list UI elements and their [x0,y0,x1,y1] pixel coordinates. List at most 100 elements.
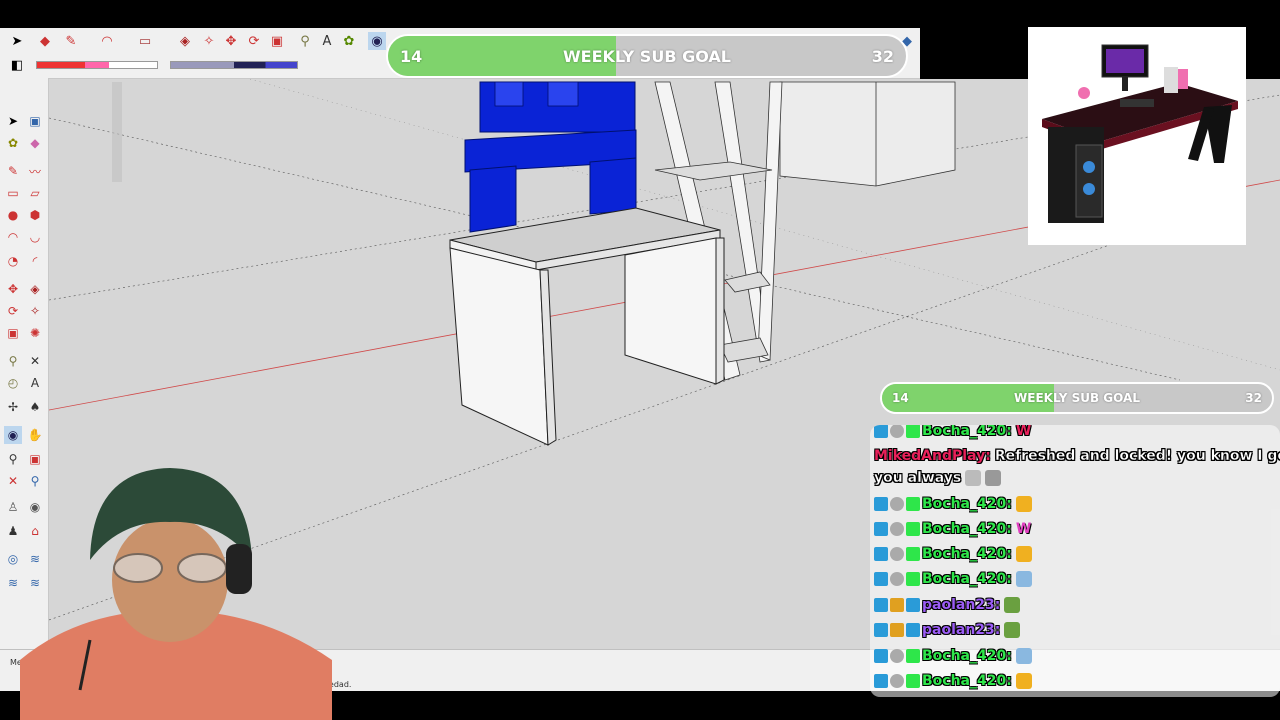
orbit-tool-icon[interactable]: ◉ [4,426,22,444]
badge-icon [890,572,904,586]
text-icon[interactable]: A [318,32,336,50]
goal-top-target: 32 [871,46,894,66]
badge-icon [890,522,904,536]
chat-username[interactable]: Bocha_420: [922,521,1012,537]
desk-left-panel [449,247,549,446]
chat-message: Bocha_420: [874,644,1032,668]
select-tool-icon[interactable]: ➤ [4,112,22,130]
arc-icon[interactable]: ◠ [98,32,116,50]
chat-message: Bocha_420: [874,542,1032,566]
line-tool-icon[interactable]: ✎ [4,162,22,180]
screen: ➤ ◆ ✎ ◠ ▭ ◈ ✧ ✥ ⟳ ▣ ⚲ A ✿ ◉ ▦ ▤ ⌂ ⌂ ⌂ ▭ … [0,0,1280,720]
badge-icon [890,598,904,612]
dimension-tool-icon[interactable]: ✕ [26,352,44,370]
follow-me-icon[interactable]: ✧ [200,32,218,50]
rect-tool-icon[interactable]: ▭ [4,184,22,202]
badge-icon [874,674,888,688]
eraser-small-icon[interactable]: ◧ [8,56,26,74]
chat-username[interactable]: paolan23: [922,597,1000,613]
stream-chat: Bocha_420: W MikedAndPlay: Refreshed and… [870,425,1280,697]
product-photo [1028,27,1246,245]
tape-measure-icon[interactable]: ⚲ [296,32,314,50]
push-pull-icon[interactable]: ◈ [176,32,194,50]
rotated-rect-tool-icon[interactable]: ▱ [26,184,44,202]
move-tool-icon[interactable]: ✥ [4,280,22,298]
eraser-icon[interactable]: ◆ [36,32,54,50]
upper-cabinet [779,81,956,187]
chat-username[interactable]: Bocha_420: [922,648,1012,664]
chat-text: Refreshed and locked! you know I got [994,448,1280,464]
goal-side-target: 32 [1245,391,1262,405]
badge-icon [906,547,920,561]
offset-tool-icon[interactable]: ✺ [26,324,44,342]
badge-icon [890,497,904,511]
pie-tool-icon[interactable]: ◔ [4,252,22,270]
chat-username[interactable]: MikedAndPlay: [874,448,991,464]
followme-tool-icon[interactable]: ✧ [26,302,44,320]
badge-icon [906,674,920,688]
scale-tool-icon[interactable]: ▣ [4,324,22,342]
weekly-sub-goal-side: 14 WEEKLY SUB GOAL 32 [880,382,1274,414]
paint-tool-icon[interactable]: ✿ [4,134,22,152]
badge-icon [874,572,888,586]
scale-icon[interactable]: ▣ [268,32,286,50]
goal-top-label: WEEKLY SUB GOAL [563,46,731,66]
freehand-tool-icon[interactable]: 〰 [26,162,44,180]
rectangle-icon[interactable]: ▭ [136,32,154,50]
3d-text-tool-icon[interactable]: ♠ [26,398,44,416]
shadow-slider[interactable] [36,61,158,69]
move-icon[interactable]: ✥ [222,32,240,50]
arc-tool-icon[interactable]: ◠ [4,228,22,246]
time-slider[interactable] [170,61,298,69]
badge-icon [890,425,904,438]
emote-icon [1015,648,1032,664]
axes-tool-icon[interactable]: ✢ [4,398,22,416]
pushpull-tool-icon[interactable]: ◈ [26,280,44,298]
blue-hutch-leg-right [589,157,637,215]
ladder-rail-back [757,81,783,361]
goal-side-label: WEEKLY SUB GOAL [1014,391,1140,405]
chat-message: paolan23: [874,593,1021,617]
protractor-tool-icon[interactable]: ◴ [4,374,22,392]
weekly-sub-goal-top: 14 WEEKLY SUB GOAL 32 [386,34,908,78]
badge-icon [906,598,920,612]
pan-tool-icon[interactable]: ✋ [26,426,44,444]
emote-icon [1015,546,1032,562]
badge-icon [874,497,888,511]
circle-tool-icon[interactable]: ● [4,206,22,224]
rotate-tool-icon[interactable]: ⟳ [4,302,22,320]
badge-icon [890,547,904,561]
emote-icon [1015,571,1032,587]
select-arrow-icon[interactable]: ➤ [8,32,26,50]
arc2-tool-icon[interactable]: ◡ [26,228,44,246]
eraser-tool-icon[interactable]: ◆ [26,134,44,152]
chat-text: you always [874,470,962,486]
badge-icon [890,649,904,663]
badge-icon [906,572,920,586]
emote-icon [985,470,1002,486]
text-tool-icon[interactable]: A [26,374,44,392]
chat-username[interactable]: Bocha_420: [922,546,1012,562]
badge-icon [906,522,920,536]
polygon-tool-icon[interactable]: ⬢ [26,206,44,224]
chat-username[interactable]: Bocha_420: [922,425,1012,439]
chat-username[interactable]: Bocha_420: [922,571,1012,587]
3pt-arc-tool-icon[interactable]: ◜ [26,252,44,270]
badge-icon [906,497,920,511]
orbit-icon[interactable]: ◉ [368,32,386,50]
chat-message: MikedAndPlay: Refreshed and locked! you … [874,444,1280,468]
rotate-icon[interactable]: ⟳ [245,32,263,50]
webcam-overlay [20,460,340,720]
chat-username[interactable]: Bocha_420: [922,496,1012,512]
chat-message: Bocha_420: [874,567,1032,591]
desk-right-panel [624,237,717,385]
chat-message: paolan23: [874,618,1021,642]
chat-username[interactable]: Bocha_420: [922,673,1012,689]
scale-figure [112,82,122,182]
chat-username[interactable]: paolan23: [922,622,1000,638]
badge-icon [874,598,888,612]
tape-tool-icon[interactable]: ⚲ [4,352,22,370]
pencil-icon[interactable]: ✎ [62,32,80,50]
paint-bucket-icon[interactable]: ✿ [340,32,358,50]
component-tool-icon[interactable]: ▣ [26,112,44,130]
